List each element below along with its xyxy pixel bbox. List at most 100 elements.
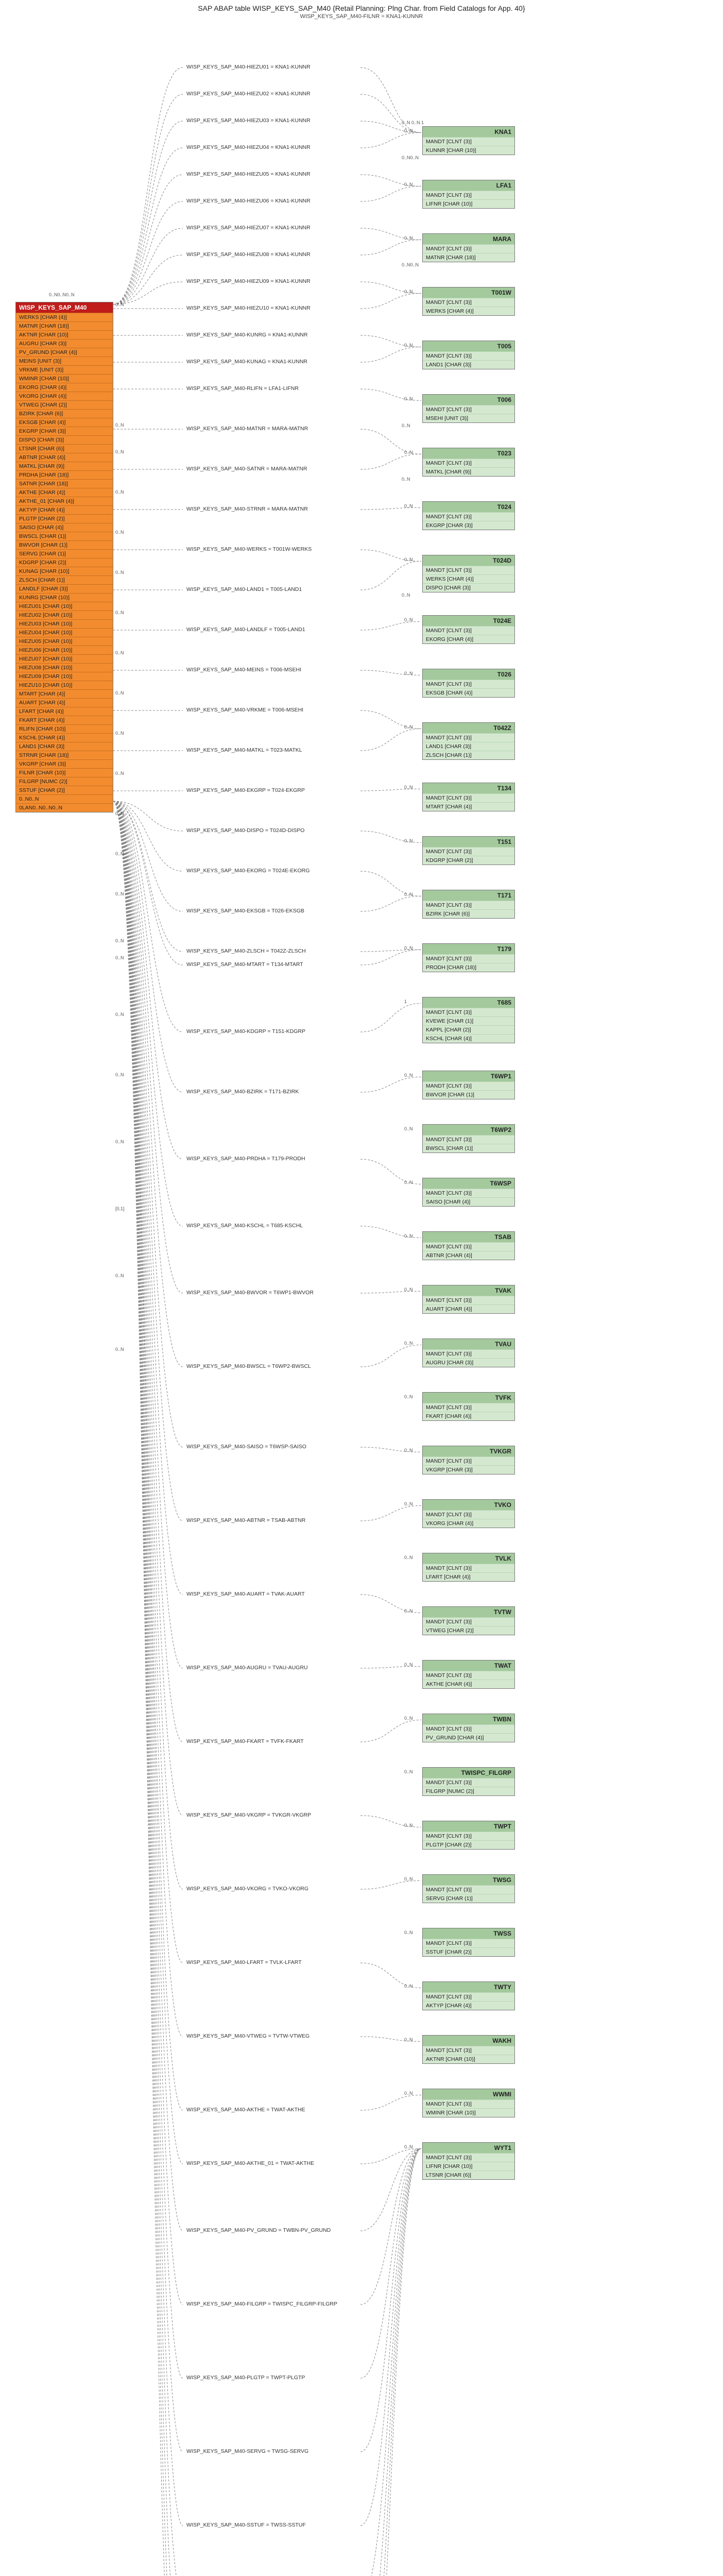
related-field-row: LFART [CHAR (4)] bbox=[423, 1572, 514, 1581]
related-field-row: BWVOR [CHAR (1)] bbox=[423, 1090, 514, 1099]
edge-label: WISP_KEYS_SAP_M40-WERKS = T001W-WERKS bbox=[185, 546, 313, 552]
main-field-row: LTSNR [CHAR (6)] bbox=[16, 444, 113, 453]
related-field-row: MANDT [CLNT (3)] bbox=[423, 901, 514, 909]
edge-label: WISP_KEYS_SAP_M40-PLGTP = TWPT-PLGTP bbox=[185, 2375, 306, 2381]
related-table: LFA1MANDT [CLNT (3)]LIFNR [CHAR (10)] bbox=[422, 180, 515, 209]
edge-label: WISP_KEYS_SAP_M40-HIEZU10 = KNA1-KUNNR bbox=[185, 305, 312, 311]
related-table: TWATMANDT [CLNT (3)]AKTHE [CHAR (4)] bbox=[422, 1660, 515, 1689]
related-table: T024MANDT [CLNT (3)]EKGRP [CHAR (3)] bbox=[422, 501, 515, 530]
related-table-name: TVKO bbox=[423, 1500, 514, 1510]
related-field-row: MANDT [CLNT (3)] bbox=[423, 2099, 514, 2108]
left-cardinality: 0..N bbox=[115, 530, 124, 535]
related-table: T001WMANDT [CLNT (3)]WERKS [CHAR (4)] bbox=[422, 287, 515, 316]
edge-label: WISP_KEYS_SAP_M40-FILGRP = TWISPC_FILGRP… bbox=[185, 2301, 338, 2307]
related-field-row: SAISO [CHAR (4)] bbox=[423, 1197, 514, 1206]
related-field-row: MANDT [CLNT (3)] bbox=[423, 1778, 514, 1787]
related-table-name: T134 bbox=[423, 783, 514, 793]
related-table-name: T042Z bbox=[423, 723, 514, 733]
main-field-row: AUART [CHAR (4)] bbox=[16, 698, 113, 707]
related-table-name: WYT1 bbox=[423, 2143, 514, 2153]
related-field-row: MANDT [CLNT (3)] bbox=[423, 137, 514, 146]
right-cardinality-bottom: 0..N0..N bbox=[402, 155, 419, 160]
edge-label: WISP_KEYS_SAP_M40-LANDLF = T005-LAND1 bbox=[185, 626, 306, 633]
page-title: SAP ABAP table WISP_KEYS_SAP_M40 {Retail… bbox=[0, 0, 723, 13]
edge-label: WISP_KEYS_SAP_M40-KDGRP = T151-KDGRP bbox=[185, 1028, 306, 1035]
related-field-row: MANDT [CLNT (3)] bbox=[423, 191, 514, 199]
edge-label: WISP_KEYS_SAP_M40-PRDHA = T179-PRODH bbox=[185, 1156, 306, 1162]
right-cardinality-left: 0..N bbox=[404, 1073, 413, 1078]
related-table: WAKHMANDT [CLNT (3)]AKTNR [CHAR (10)] bbox=[422, 2035, 515, 2064]
main-field-row: MATNR [CHAR (18)] bbox=[16, 321, 113, 330]
related-table-name: TWTY bbox=[423, 1982, 514, 1992]
right-cardinality-left: 0..N bbox=[404, 182, 413, 187]
main-field-row: MATKL [CHAR (9)] bbox=[16, 462, 113, 470]
left-cardinality: 0..N bbox=[115, 1347, 124, 1352]
related-field-row: MANDT [CLNT (3)] bbox=[423, 1135, 514, 1144]
edge-label: WISP_KEYS_SAP_M40-SATNR = MARA-MATNR bbox=[185, 466, 308, 472]
edge-label: WISP_KEYS_SAP_M40-MTART = T134-MTART bbox=[185, 961, 304, 968]
main-field-row: AUGRU [CHAR (3)] bbox=[16, 339, 113, 348]
related-field-row: MANDT [CLNT (3)] bbox=[423, 1564, 514, 1572]
edge-label: WISP_KEYS_SAP_M40-DISPO = T024D-DISPO bbox=[185, 827, 305, 834]
related-field-row: MANDT [CLNT (3)] bbox=[423, 1671, 514, 1680]
main-field-row: FILGRP [NUMC (2)] bbox=[16, 777, 113, 786]
main-field-row: HIEZU09 [CHAR (10)] bbox=[16, 672, 113, 681]
left-cardinality: 0..N bbox=[115, 650, 124, 655]
related-table-name: TVTW bbox=[423, 1607, 514, 1617]
main-field-row: HIEZU03 [CHAR (10)] bbox=[16, 619, 113, 628]
related-field-row: EKORG [CHAR (4)] bbox=[423, 635, 514, 643]
edge-label: WISP_KEYS_SAP_M40-BWSCL = T6WP2-BWSCL bbox=[185, 1363, 312, 1369]
left-cardinality: 0..N bbox=[115, 1072, 124, 1077]
edge-label: WISP_KEYS_SAP_M40-LFART = TVLK-LFART bbox=[185, 1959, 303, 1965]
related-field-row: BZIRK [CHAR (6)] bbox=[423, 909, 514, 918]
related-table: TVAKMANDT [CLNT (3)]AUART [CHAR (4)] bbox=[422, 1285, 515, 1314]
related-field-row: MANDT [CLNT (3)] bbox=[423, 1189, 514, 1197]
right-cardinality-left: 0..N bbox=[404, 396, 413, 401]
related-field-row: MANDT [CLNT (3)] bbox=[423, 626, 514, 635]
edge-label: WISP_KEYS_SAP_M40-AUART = TVAK-AUART bbox=[185, 1591, 306, 1597]
related-table-name: TVLK bbox=[423, 1553, 514, 1564]
related-field-row: BWSCL [CHAR (1)] bbox=[423, 1144, 514, 1153]
related-table: T023MANDT [CLNT (3)]MATKL [CHAR (9)] bbox=[422, 448, 515, 477]
edge-label: WISP_KEYS_SAP_M40-VTWEG = TVTW-VTWEG bbox=[185, 2033, 311, 2039]
left-cardinality: 0..N bbox=[115, 1012, 124, 1017]
edge-label: WISP_KEYS_SAP_M40-RLIFN = LFA1-LIFNR bbox=[185, 385, 300, 392]
edge-label: WISP_KEYS_SAP_M40-AKTHE_01 = TWAT-AKTHE bbox=[185, 2160, 315, 2166]
main-field-row: EKORG [CHAR (4)] bbox=[16, 383, 113, 392]
main-entity-table: WISP_KEYS_SAP_M40 WERKS [CHAR (4)]MATNR … bbox=[15, 302, 113, 812]
related-table: TVTWMANDT [CLNT (3)]VTWEG [CHAR (2)] bbox=[422, 1606, 515, 1635]
right-cardinality-left: 0..N bbox=[404, 1984, 413, 1989]
edge-label: WISP_KEYS_SAP_M40-MATNR = MARA-MATNR bbox=[185, 426, 309, 432]
related-table-name: T005 bbox=[423, 341, 514, 351]
edge-label: WISP_KEYS_SAP_M40-AUGRU = TVAU-AUGRU bbox=[185, 1665, 309, 1671]
related-table: WYT1MANDT [CLNT (3)]LIFNR [CHAR (10)]LTS… bbox=[422, 2142, 515, 2180]
edge-label: WISP_KEYS_SAP_M40-HIEZU09 = KNA1-KUNNR bbox=[185, 278, 312, 284]
related-table-name: TWSG bbox=[423, 1875, 514, 1885]
related-field-row: VKGRP [CHAR (3)] bbox=[423, 1465, 514, 1474]
related-field-row: MANDT [CLNT (3)] bbox=[423, 954, 514, 963]
main-field-row: HIEZU05 [CHAR (10)] bbox=[16, 637, 113, 646]
left-cardinality: [0,1] bbox=[115, 1206, 125, 1211]
edge-label: WISP_KEYS_SAP_M40-HIEZU02 = KNA1-KUNNR bbox=[185, 91, 312, 97]
related-table: T134MANDT [CLNT (3)]MTART [CHAR (4)] bbox=[422, 783, 515, 811]
main-field-row: VTWEG [CHAR (2)] bbox=[16, 400, 113, 409]
edge-label: WISP_KEYS_SAP_M40-HIEZU07 = KNA1-KUNNR bbox=[185, 225, 312, 231]
left-cardinality: 0..N bbox=[115, 610, 124, 615]
related-field-row: WERKS [CHAR (4)] bbox=[423, 307, 514, 315]
related-table-name: T024E bbox=[423, 616, 514, 626]
related-field-row: MANDT [CLNT (3)] bbox=[423, 1885, 514, 1894]
related-table-name: T001W bbox=[423, 287, 514, 298]
main-field-row: HIEZU10 [CHAR (10)] bbox=[16, 681, 113, 689]
right-cardinality-left: 0..N bbox=[404, 289, 413, 294]
edge-label: WISP_KEYS_SAP_M40-SAISO = T6WSP-SAISO bbox=[185, 1444, 307, 1450]
left-cardinality: 0..N bbox=[115, 422, 124, 428]
right-cardinality-left: 0..N bbox=[404, 1341, 413, 1346]
related-table: T024EMANDT [CLNT (3)]EKORG [CHAR (4)] bbox=[422, 615, 515, 644]
related-field-row: WERKS [CHAR (4)] bbox=[423, 574, 514, 583]
related-table-name: T026 bbox=[423, 669, 514, 680]
right-cardinality-left: 0..N bbox=[404, 617, 413, 622]
related-field-row: AKTHE [CHAR (4)] bbox=[423, 1680, 514, 1688]
related-field-row: MANDT [CLNT (3)] bbox=[423, 1617, 514, 1626]
related-field-row: MANDT [CLNT (3)] bbox=[423, 405, 514, 414]
related-table: TSABMANDT [CLNT (3)]ABTNR [CHAR (4)] bbox=[422, 1231, 515, 1260]
